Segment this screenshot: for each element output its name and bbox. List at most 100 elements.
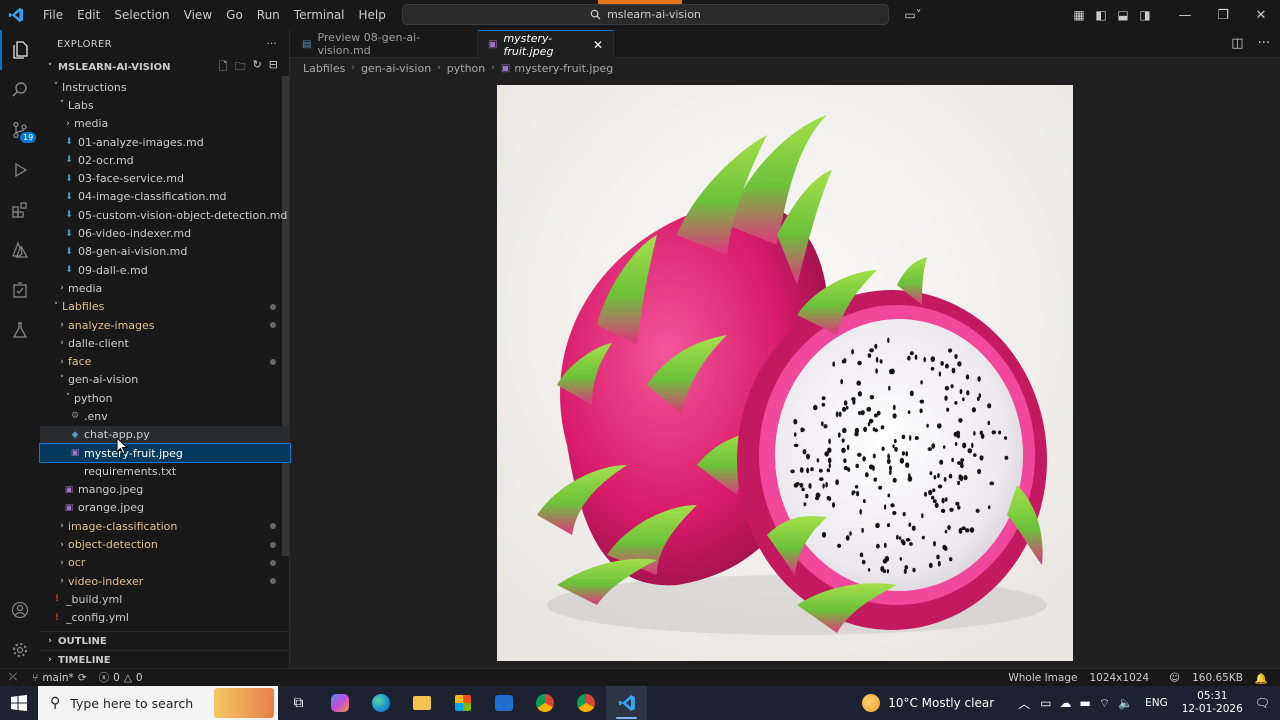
- tree-item[interactable]: ◆ chat-app.py: [40, 425, 290, 444]
- tree-item[interactable]: ⬇ 04-image-classification.md: [40, 188, 290, 206]
- more-actions-icon[interactable]: ···: [267, 39, 277, 50]
- notifications-bell-icon[interactable]: 🔔: [1249, 672, 1274, 685]
- tree-item[interactable]: ⬇ 01-analyze-images.md: [40, 133, 290, 151]
- tree-item[interactable]: › media: [40, 279, 290, 297]
- tree-item[interactable]: ⬇ 05-custom-vision-object-detection.md: [40, 206, 290, 224]
- tree-item[interactable]: ! _build.yml: [40, 590, 290, 608]
- copilot-taskbar-icon[interactable]: [319, 686, 360, 720]
- chrome-profile-icon[interactable]: [565, 686, 606, 720]
- menu-terminal[interactable]: Terminal: [287, 5, 352, 25]
- source-control-icon[interactable]: 19: [0, 110, 40, 150]
- tree-item[interactable]: requirements.txt: [40, 462, 290, 480]
- weather-text[interactable]: 10°C Mostly clear: [888, 696, 994, 710]
- notification-center-icon[interactable]: 🗨: [1255, 696, 1270, 710]
- menu-view[interactable]: View: [177, 5, 219, 25]
- minimize-icon[interactable]: —: [1166, 8, 1204, 23]
- copilot-chat-icon[interactable]: ▭˅: [898, 7, 928, 23]
- accounts-icon[interactable]: [0, 590, 40, 630]
- tree-item[interactable]: › face: [40, 352, 290, 370]
- tree-item[interactable]: ˅ gen-ai-vision: [40, 371, 290, 389]
- input-language[interactable]: ENG: [1145, 697, 1168, 709]
- split-editor-icon[interactable]: ◫: [1231, 36, 1243, 51]
- tree-item[interactable]: ˅ Labs: [40, 96, 290, 114]
- image-preview[interactable]: [497, 85, 1073, 661]
- tree-item[interactable]: › ocr: [40, 554, 290, 572]
- menu-selection[interactable]: Selection: [107, 5, 176, 25]
- taskbar-search-box[interactable]: ⚲ Type here to search: [38, 686, 278, 720]
- extensions-icon[interactable]: [0, 190, 40, 230]
- testing-icon[interactable]: [0, 270, 40, 310]
- meet-now-icon[interactable]: ▭: [1040, 696, 1051, 710]
- command-center-search[interactable]: mslearn-ai-vision: [402, 4, 889, 25]
- timeline-section[interactable]: › TIMELINE: [40, 650, 290, 669]
- menu-go[interactable]: Go: [219, 5, 250, 25]
- outlook-icon[interactable]: [483, 686, 524, 720]
- volume-icon[interactable]: 🔈: [1118, 696, 1133, 710]
- tree-item[interactable]: ˅ Instructions: [40, 78, 290, 96]
- show-hidden-icons[interactable]: ︿: [1018, 695, 1030, 712]
- menu-run[interactable]: Run: [250, 5, 287, 25]
- editor-more-icon[interactable]: ···: [1258, 36, 1270, 51]
- search-activity-icon[interactable]: [0, 70, 40, 110]
- task-view-icon[interactable]: ⧉: [278, 686, 319, 720]
- tree-item[interactable]: ⚙ .env: [40, 407, 290, 425]
- menu-help[interactable]: Help: [352, 5, 393, 25]
- onedrive-icon[interactable]: ☁: [1060, 696, 1072, 710]
- tree-item[interactable]: ⬇ 06-video-indexer.md: [40, 224, 290, 242]
- close-tab-icon[interactable]: ✕: [593, 38, 603, 52]
- manage-gear-icon[interactable]: [0, 630, 40, 670]
- breadcrumb-item[interactable]: gen-ai-vision: [361, 62, 431, 75]
- weather-icon[interactable]: [862, 694, 881, 712]
- network-icon[interactable]: ⌔: [1099, 696, 1110, 711]
- run-debug-icon[interactable]: [0, 150, 40, 190]
- breadcrumb-item[interactable]: python: [447, 62, 485, 75]
- explorer-activity-icon[interactable]: [0, 30, 40, 70]
- tree-item[interactable]: › image-classification: [40, 517, 290, 535]
- close-window-icon[interactable]: ✕: [1242, 8, 1280, 23]
- tab-mystery-fruit[interactable]: ▣ mystery-fruit.jpeg ✕: [478, 30, 614, 58]
- tree-item[interactable]: ⬇ 02-ocr.md: [40, 151, 290, 169]
- tree-item[interactable]: ⬇ 09-dall-e.md: [40, 261, 290, 279]
- menu-file[interactable]: File: [36, 5, 70, 25]
- toggle-sidebar-icon[interactable]: ◧: [1090, 7, 1112, 23]
- tree-item[interactable]: ˅ python: [40, 389, 290, 407]
- copilot-icon[interactable]: ☺: [1163, 672, 1186, 684]
- edge-browser-icon[interactable]: [360, 686, 401, 720]
- tab-preview-md[interactable]: ▤ Preview 08-gen-ai-vision.md: [290, 30, 478, 58]
- toggle-panel-icon[interactable]: ⬓: [1112, 7, 1134, 23]
- new-file-icon[interactable]: 🗋: [219, 58, 228, 77]
- tree-item[interactable]: › analyze-images: [40, 316, 290, 334]
- toggle-secondary-sidebar-icon[interactable]: ◨: [1134, 7, 1156, 23]
- tree-item[interactable]: › video-indexer: [40, 572, 290, 590]
- remote-indicator-icon[interactable]: ⤫: [0, 669, 26, 687]
- menu-edit[interactable]: Edit: [70, 5, 107, 25]
- outline-section[interactable]: › OUTLINE: [40, 631, 290, 650]
- tree-item[interactable]: › dalle-client: [40, 334, 290, 352]
- workspace-root-header[interactable]: ˅ MSLEARN-AI-VISION 🗋 🗀 ↻ ⊟: [40, 58, 290, 77]
- refresh-icon[interactable]: ↻: [253, 58, 262, 77]
- tree-item[interactable]: ⬇ 03-face-service.md: [40, 169, 290, 187]
- battery-icon[interactable]: ▬: [1080, 696, 1091, 710]
- file-explorer-icon[interactable]: [401, 686, 442, 720]
- clock[interactable]: 05:31 12-01-2026: [1182, 690, 1243, 716]
- tree-item[interactable]: ! _config.yml: [40, 609, 290, 627]
- collapse-all-icon[interactable]: ⊟: [269, 58, 278, 77]
- tree-item-selected[interactable]: ▣ mystery-fruit.jpeg: [39, 442, 291, 464]
- restore-icon[interactable]: ❐: [1204, 8, 1242, 23]
- tree-item[interactable]: › media: [40, 115, 290, 133]
- breadcrumb-item[interactable]: Labfiles: [303, 62, 345, 75]
- branch-indicator[interactable]: ⑂ main* ⟳: [26, 672, 93, 684]
- zoom-mode[interactable]: Whole Image: [1002, 672, 1083, 684]
- tree-item[interactable]: ▣ mango.jpeg: [40, 481, 290, 499]
- flask-icon[interactable]: [0, 310, 40, 350]
- tree-item[interactable]: ⬇ 08-gen-ai-vision.md: [40, 243, 290, 261]
- chrome-icon[interactable]: [524, 686, 565, 720]
- windows-start-icon[interactable]: [0, 686, 38, 720]
- tree-item[interactable]: › object-detection: [40, 535, 290, 553]
- layout-customize-icon[interactable]: ▦: [1068, 7, 1090, 23]
- new-folder-icon[interactable]: 🗀: [235, 58, 246, 77]
- problems-indicator[interactable]: ⓧ 0 △ 0: [93, 670, 149, 685]
- tree-item[interactable]: ▣ orange.jpeg: [40, 499, 290, 517]
- microsoft-store-icon[interactable]: [442, 686, 483, 720]
- tree-item[interactable]: ˅ Labfiles: [40, 298, 290, 316]
